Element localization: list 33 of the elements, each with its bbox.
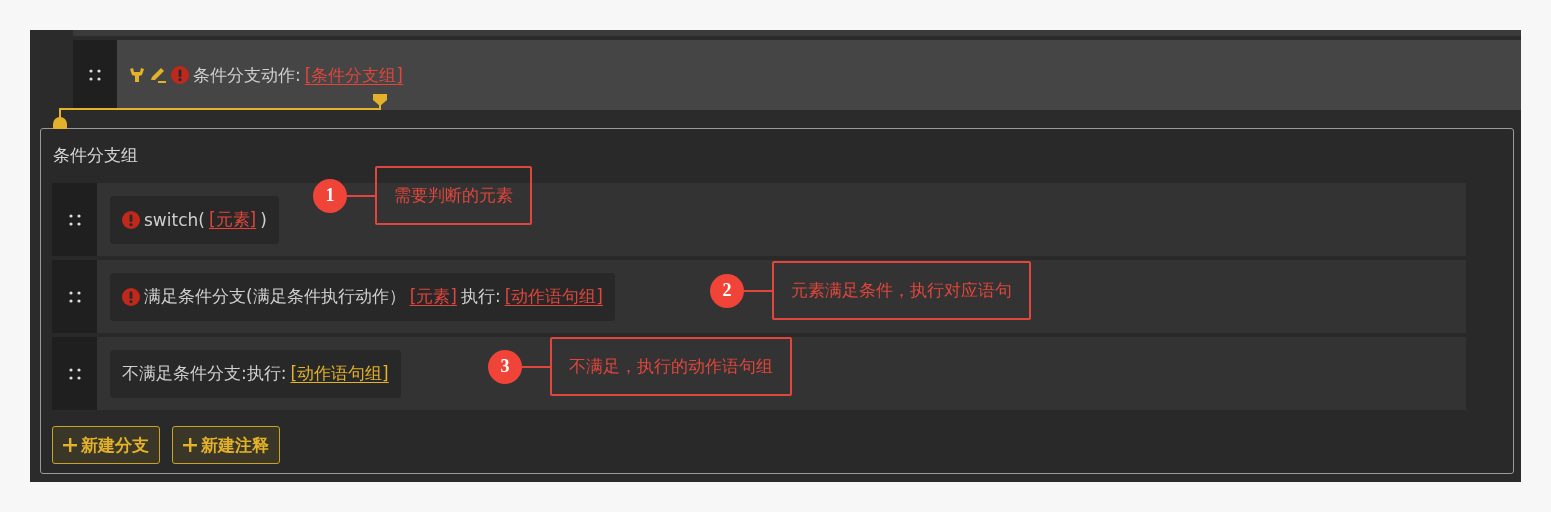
- statement-chip[interactable]: 满足条件分支(满足条件执行动作） [元素] 执行: [动作语句组]: [110, 272, 615, 321]
- leader-line: [347, 194, 375, 197]
- leader-line: [744, 289, 772, 292]
- action-label: 条件分支动作:: [193, 63, 301, 87]
- element-link[interactable]: [元素]: [409, 285, 457, 308]
- statement-chip[interactable]: switch( [元素] ): [110, 195, 279, 244]
- element-link[interactable]: [元素]: [208, 208, 257, 231]
- add-button[interactable]: 新建注释: [172, 426, 280, 464]
- step-number: 1: [313, 178, 347, 213]
- group-title: 条件分支组: [52, 144, 139, 167]
- code-text: 执行:: [460, 285, 501, 308]
- drag-handle-icon[interactable]: [68, 367, 81, 380]
- annotation-box: 元素满足条件，执行对应语句: [772, 261, 1031, 320]
- code-text: 满足条件分支(满足条件执行动作）: [144, 285, 406, 308]
- leader-line: [522, 365, 550, 368]
- code-text: switch(: [144, 209, 205, 230]
- drag-handle-icon[interactable]: [89, 69, 101, 81]
- step-number: 3: [488, 349, 522, 384]
- code-text: 不满足条件分支:执行:: [122, 362, 287, 385]
- element-link[interactable]: [动作语句组]: [290, 362, 389, 385]
- annotation-box: 需要判断的元素: [375, 166, 532, 225]
- plus-icon: [183, 438, 197, 452]
- drag-handle-icon[interactable]: [68, 290, 81, 303]
- drag-handle-icon[interactable]: [68, 213, 81, 226]
- wrench-icon[interactable]: [129, 67, 145, 83]
- element-link[interactable]: [动作语句组]: [504, 285, 603, 308]
- code-text: ): [260, 209, 267, 230]
- step-number: 2: [710, 273, 744, 308]
- pencil-icon[interactable]: [149, 67, 167, 83]
- add-button[interactable]: 新建分支: [52, 426, 160, 464]
- statement-chip[interactable]: 不满足条件分支:执行: [动作语句组]: [110, 349, 401, 398]
- plus-icon: [63, 438, 77, 452]
- annotation-box: 不满足，执行的动作语句组: [550, 337, 792, 396]
